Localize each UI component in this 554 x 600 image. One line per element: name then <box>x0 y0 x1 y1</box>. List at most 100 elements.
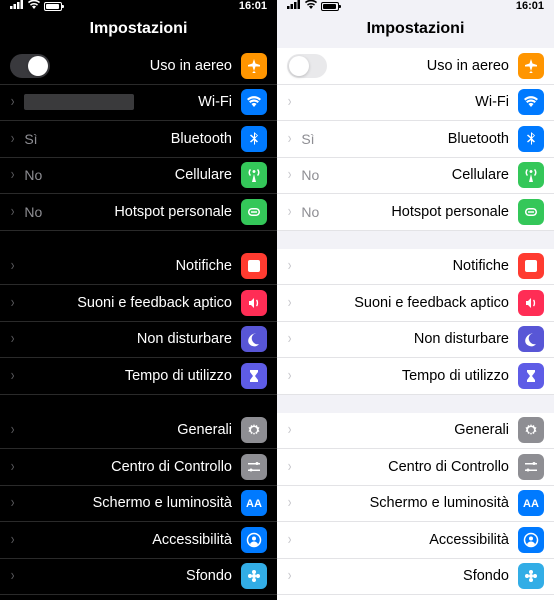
gear-icon <box>518 417 544 443</box>
row-value: Sì <box>301 131 314 147</box>
chevron-icon: ‹ <box>11 531 15 549</box>
settings-row-cellular[interactable]: CellulareNo‹ <box>0 158 277 195</box>
status-bar: 16:01 <box>0 0 277 12</box>
settings-group: Uso in aereoWi-Fi‹BluetoothSì‹CellulareN… <box>0 48 277 231</box>
settings-row-cellular[interactable]: Cellulare No ‹ <box>277 158 554 195</box>
settings-row-notifications[interactable]: Notifiche‹ <box>277 249 554 286</box>
airplane-icon <box>518 53 544 79</box>
settings-row-screentime[interactable]: Tempo di utilizzo‹ <box>277 358 554 395</box>
phone-light: 16:01 Impostazioni Uso in aereoWi-Fi‹Blu… <box>277 0 554 600</box>
redacted-value <box>24 94 134 110</box>
row-label: Tempo di utilizzo <box>301 368 509 384</box>
settings-row-siri[interactable]: Siri e ricerca‹ <box>0 595 277 600</box>
row-value: No <box>301 204 319 220</box>
battery-icon <box>321 2 339 11</box>
chevron-icon: ‹ <box>288 494 292 512</box>
row-label: Generali <box>24 422 232 438</box>
gear-icon <box>241 417 267 443</box>
settings-row-wifi[interactable]: Wi-Fi‹ <box>0 85 277 122</box>
settings-row-hotspot[interactable]: Hotspot personaleNo‹ <box>0 194 277 231</box>
person-icon <box>241 527 267 553</box>
settings-row-accessibility[interactable]: Accessibilità ‹ <box>0 522 277 559</box>
chevron-icon: ‹ <box>11 367 15 385</box>
settings-list: Uso in aereoWi-Fi‹BluetoothSì‹CellulareN… <box>0 48 277 600</box>
row-label: Bluetooth <box>324 131 509 147</box>
row-label: Sfondo <box>301 568 509 584</box>
row-label: Sfondo <box>24 568 232 584</box>
row-label: Centro di Controllo <box>24 459 232 475</box>
chevron-icon: ‹ <box>288 421 292 439</box>
row-label: Uso in aereo <box>59 58 232 74</box>
row-label: Cellulare <box>51 167 232 183</box>
settings-row-siri[interactable]: Siri e ricerca‹ <box>277 595 554 600</box>
row-label: Accessibilità <box>24 532 232 548</box>
settings-row-sounds[interactable]: Suoni e feedback aptico‹ <box>277 285 554 322</box>
antenna-icon <box>241 162 267 188</box>
row-label: Tempo di utilizzo <box>24 368 232 384</box>
settings-row-airplane[interactable]: Uso in aereo <box>0 48 277 85</box>
row-label: Bluetooth <box>47 131 232 147</box>
settings-row-wifi[interactable]: Wi-Fi‹ <box>277 85 554 122</box>
settings-row-hotspot[interactable]: Hotspot personale No ‹ <box>277 194 554 231</box>
row-label: Non disturbare <box>301 331 509 347</box>
chevron-icon: ‹ <box>288 203 292 221</box>
settings-row-controlcenter[interactable]: Centro di Controllo ‹ <box>0 449 277 486</box>
row-label: Cellulare <box>328 167 509 183</box>
chevron-icon: ‹ <box>11 458 15 476</box>
chevron-icon: ‹ <box>11 294 15 312</box>
settings-row-notifications[interactable]: Notifiche‹ <box>0 249 277 286</box>
settings-row-display[interactable]: Schermo e luminosità‹ <box>0 486 277 523</box>
wifi-icon <box>241 89 267 115</box>
settings-group: Generali‹Centro di Controllo‹Schermo e l… <box>277 413 554 600</box>
settings-row-dnd[interactable]: Non disturbare‹ <box>0 322 277 359</box>
settings-row-display[interactable]: Schermo e luminosità ‹ <box>277 486 554 523</box>
chevron-icon: ‹ <box>288 294 292 312</box>
sliders-icon <box>241 454 267 480</box>
link-icon <box>241 199 267 225</box>
page-title: Impostazioni <box>0 12 277 48</box>
settings-row-screentime[interactable]: Tempo di utilizzo ‹ <box>0 358 277 395</box>
person-icon <box>518 527 544 553</box>
row-label: Notifiche <box>301 258 509 274</box>
row-value: Sì <box>24 131 37 147</box>
settings-row-sounds[interactable]: Suoni e feedback aptico ‹ <box>0 285 277 322</box>
sliders-icon <box>518 454 544 480</box>
row-label: Hotspot personale <box>328 204 509 220</box>
toggle-airplane[interactable] <box>287 54 327 78</box>
settings-row-bluetooth[interactable]: Bluetooth Sì ‹ <box>277 121 554 158</box>
row-label: Accessibilità <box>301 532 509 548</box>
wifi-status-icon <box>305 0 317 12</box>
row-label: Suoni e feedback aptico <box>24 295 232 311</box>
antenna-icon <box>518 162 544 188</box>
settings-row-general[interactable]: Generali ‹ <box>0 413 277 450</box>
chevron-icon: ‹ <box>288 531 292 549</box>
toggle-airplane[interactable] <box>10 54 50 78</box>
settings-row-dnd[interactable]: Non disturbare ‹ <box>277 322 554 359</box>
settings-row-wallpaper[interactable]: Sfondo‹ <box>277 559 554 596</box>
bell-icon <box>518 253 544 279</box>
settings-row-airplane[interactable]: Uso in aereo <box>277 48 554 85</box>
chevron-icon: ‹ <box>288 166 292 184</box>
settings-group: Notifiche‹Suoni e feedback aptico‹Non di… <box>277 249 554 395</box>
settings-row-general[interactable]: Generali‹ <box>277 413 554 450</box>
settings-row-bluetooth[interactable]: BluetoothSì‹ <box>0 121 277 158</box>
chevron-icon: ‹ <box>288 330 292 348</box>
chevron-icon: ‹ <box>288 458 292 476</box>
chevron-icon: ‹ <box>288 130 292 148</box>
chevron-icon: ‹ <box>11 494 15 512</box>
chevron-icon: ‹ <box>11 257 15 275</box>
row-label: Wi-Fi <box>143 94 232 110</box>
row-label: Hotspot personale <box>51 204 232 220</box>
chevron-icon: ‹ <box>11 421 15 439</box>
moon-icon <box>241 326 267 352</box>
row-label: Schermo e luminosità <box>301 495 509 511</box>
row-value: No <box>301 167 319 183</box>
settings-group: Uso in aereoWi-Fi‹ Bluetooth Sì ‹ Cellulare N… <box>277 48 554 231</box>
text-icon <box>241 490 267 516</box>
moon-icon <box>518 326 544 352</box>
row-label: Non disturbare <box>24 331 232 347</box>
settings-row-wallpaper[interactable]: Sfondo‹ <box>0 559 277 596</box>
settings-row-accessibility[interactable]: Accessibilità ‹ <box>277 522 554 559</box>
settings-row-controlcenter[interactable]: Centro di Controllo‹ <box>277 449 554 486</box>
row-value: No <box>24 167 42 183</box>
